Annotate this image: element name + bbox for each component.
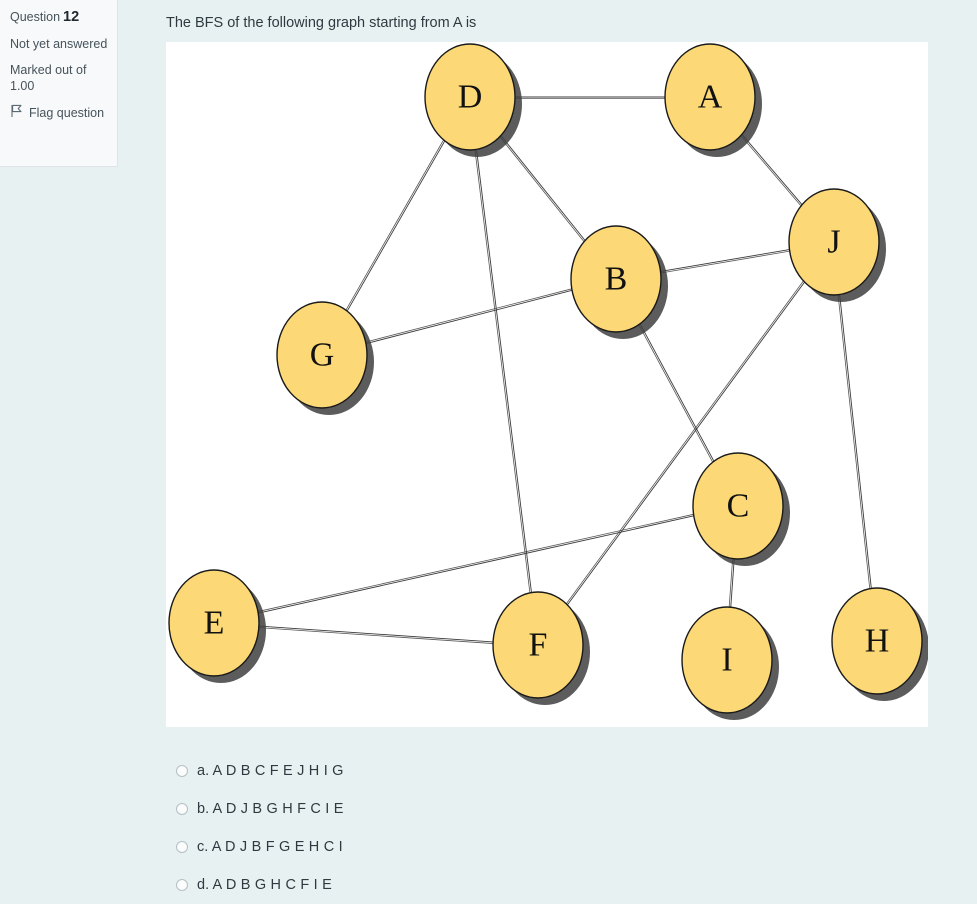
graph-figure: D A J B G C E F I H <box>166 42 928 727</box>
answer-label-a: a. A D B C F E J H I G <box>197 763 344 779</box>
node-label: D <box>458 79 483 116</box>
answer-text-c: A D J B F G E H C I <box>211 839 343 855</box>
graph-node-F: F <box>492 591 590 705</box>
question-text: The BFS of the following graph starting … <box>166 15 477 31</box>
answer-text-b: A D J B G H F C I E <box>212 801 344 817</box>
answer-option-b[interactable]: b. A D J B G H F C I E <box>176 790 776 828</box>
flag-question-button[interactable]: Flag question <box>10 104 108 121</box>
answer-text-d: A D B G H C F I E <box>212 877 332 893</box>
marks-value: 1.00 <box>10 79 35 93</box>
graph-node-D: D <box>424 43 522 157</box>
graph-edge <box>258 625 494 644</box>
node-label: G <box>310 337 335 374</box>
node-label: I <box>721 642 732 679</box>
question-status: Not yet answered <box>10 37 108 51</box>
question-body: The BFS of the following graph starting … <box>166 0 956 33</box>
question-info-panel: Question 12 Not yet answered Marked out o… <box>0 0 118 167</box>
question-number: 12 <box>63 9 80 25</box>
radio-a[interactable] <box>176 765 188 777</box>
graph-edge <box>474 149 532 593</box>
graph-node-I: I <box>681 606 779 720</box>
graph-node-G: G <box>276 301 374 415</box>
graph-edge <box>499 135 586 242</box>
answer-option-c[interactable]: c. A D J B F G E H C I <box>176 828 776 866</box>
answer-key-c: c. <box>197 839 209 855</box>
answer-label-c: c. A D J B F G E H C I <box>197 839 343 855</box>
node-label: A <box>698 79 723 116</box>
node-label: J <box>827 224 840 261</box>
node-label: E <box>204 605 225 642</box>
question-marks: Marked out of 1.00 <box>10 62 108 94</box>
question-word: Question <box>10 10 61 24</box>
node-label: H <box>865 623 890 660</box>
answer-text-a: A D B C F E J H I G <box>212 763 344 779</box>
node-label: C <box>727 488 750 525</box>
graph-node-C: C <box>692 452 790 566</box>
flag-icon <box>10 104 29 121</box>
flag-question-label: Flag question <box>29 105 105 120</box>
answer-options: a. A D B C F E J H I G b. A D J B G H F … <box>176 752 776 904</box>
graph-node-A: A <box>664 43 762 157</box>
answer-option-d[interactable]: d. A D B G H C F I E <box>176 866 776 904</box>
answer-label-b: b. A D J B G H F C I E <box>197 801 344 817</box>
node-label: F <box>529 627 548 664</box>
graph-edge <box>728 558 735 608</box>
radio-d[interactable] <box>176 879 188 891</box>
graph-edge <box>257 513 694 614</box>
graph-edge <box>837 294 872 589</box>
graph-edge <box>740 134 803 206</box>
answer-key-d: d. <box>197 877 210 893</box>
graph-edge <box>345 139 446 312</box>
graph-node-H: H <box>831 587 928 701</box>
radio-c[interactable] <box>176 841 188 853</box>
graph-node-B: B <box>570 225 668 339</box>
graph-edge <box>638 323 715 463</box>
radio-b[interactable] <box>176 803 188 815</box>
answer-key-a: a. <box>197 763 210 779</box>
graph-edge <box>660 249 790 274</box>
graph-svg: D A J B G C E F I H <box>168 43 928 720</box>
node-label: B <box>605 261 628 298</box>
graph-nodes: D A J B G C E F I H <box>168 43 928 720</box>
answer-key-b: b. <box>197 801 210 817</box>
graph-edge <box>365 288 573 345</box>
marks-label: Marked out of <box>10 63 87 77</box>
graph-edge <box>515 96 665 99</box>
answer-label-d: d. A D B G H C F I E <box>197 877 332 893</box>
question-number-row: Question 12 <box>10 9 108 25</box>
answer-option-a[interactable]: a. A D B C F E J H I G <box>176 752 776 790</box>
graph-node-E: E <box>168 569 266 683</box>
graph-node-J: J <box>788 188 886 302</box>
